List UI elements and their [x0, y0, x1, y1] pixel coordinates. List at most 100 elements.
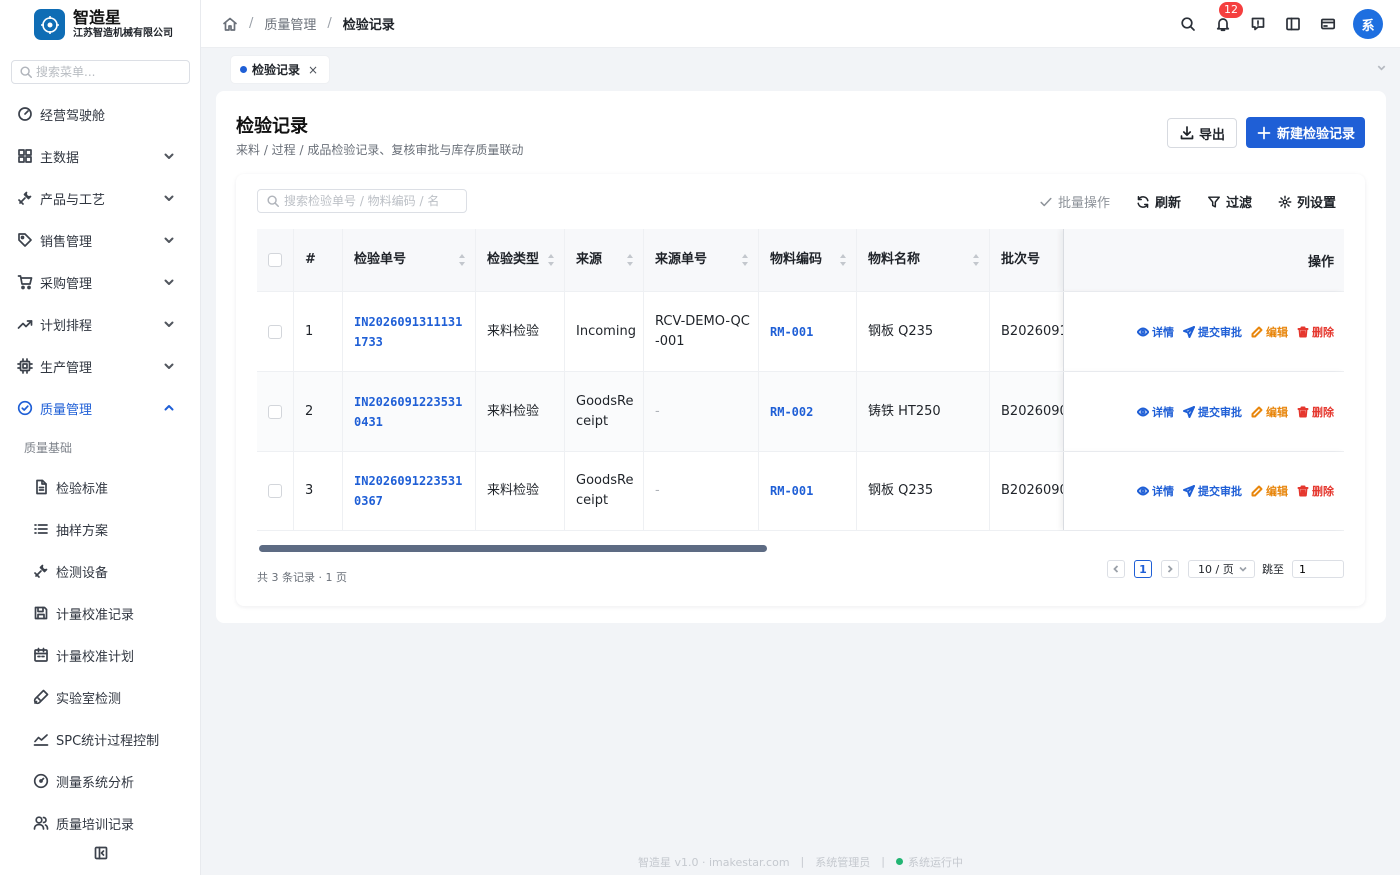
- notifications-button[interactable]: 12: [1205, 2, 1243, 39]
- inspection-no-link[interactable]: IN20260912235310431: [354, 392, 469, 432]
- breadcrumb-quality[interactable]: 质量管理: [264, 14, 316, 33]
- sidebar-item-product-process[interactable]: 产品与工艺: [0, 177, 200, 219]
- material-code-link[interactable]: RM-002: [770, 402, 813, 422]
- detail-button[interactable]: 详情: [1137, 404, 1174, 420]
- col-header-source[interactable]: 来源: [565, 229, 644, 291]
- sidebar-menu: 经营驾驶舱 主数据 产品与工艺 销售管理 采购管理 计划排程 生产管理 质量管理…: [0, 93, 200, 844]
- submit-approval-button[interactable]: 提交审批: [1183, 324, 1242, 340]
- submit-approval-button[interactable]: 提交审批: [1183, 483, 1242, 499]
- sidebar-subitem-msa[interactable]: 测量系统分析: [0, 760, 200, 802]
- sidebar-subitem-calibration-record[interactable]: 计量校准记录: [0, 592, 200, 634]
- sidebar-subitem-inspection-standard[interactable]: 检验标准: [0, 466, 200, 508]
- sort-icon[interactable]: [973, 253, 979, 267]
- cell-source: GoodsReceipt: [565, 452, 644, 530]
- chevron-down-icon: [163, 192, 175, 204]
- jump-page-input[interactable]: [1292, 560, 1344, 578]
- footer-separator: |: [800, 855, 805, 868]
- sidebar-subitem-lab-test[interactable]: 实验室检测: [0, 676, 200, 718]
- page-card: 检验记录 来料 / 过程 / 成品检验记录、复核审批与库存质量联动 导出 新建检…: [216, 91, 1386, 623]
- sidebar-subitem-calibration-plan[interactable]: 计量校准计划: [0, 634, 200, 676]
- column-settings-button[interactable]: 列设置: [1278, 192, 1336, 211]
- sidebar-item-planning[interactable]: 计划排程: [0, 303, 200, 345]
- sidebar-subitem-label: 测量系统分析: [56, 775, 135, 791]
- export-button[interactable]: 导出: [1167, 118, 1237, 148]
- prev-page-button[interactable]: [1107, 560, 1125, 578]
- col-header-inspection-no[interactable]: 检验单号: [343, 229, 476, 291]
- chevron-down-icon[interactable]: [1376, 62, 1387, 73]
- app-logo[interactable]: 智造星 江苏智造机械有限公司: [34, 9, 173, 40]
- page-number-button[interactable]: 1: [1134, 560, 1152, 578]
- page-size-select[interactable]: 10 / 页: [1188, 560, 1255, 578]
- sort-icon[interactable]: [840, 253, 846, 267]
- chevron-left-icon: [1113, 565, 1119, 573]
- inspection-no-link[interactable]: IN20260913111311733: [354, 312, 469, 352]
- calendar-icon: [33, 647, 49, 663]
- columns-label: 列设置: [1296, 196, 1336, 211]
- inspection-no-link[interactable]: IN20260912235310367: [354, 471, 469, 511]
- check-circle-icon: [17, 400, 33, 416]
- select-all-checkbox[interactable]: [268, 253, 282, 267]
- material-code-link[interactable]: RM-001: [770, 322, 813, 342]
- home-icon[interactable]: [222, 16, 238, 32]
- avatar[interactable]: 系: [1353, 9, 1383, 39]
- row-actions: 详情 提交审批 编辑 删除: [1063, 372, 1344, 451]
- edit-button[interactable]: 编辑: [1251, 483, 1288, 499]
- col-header-material-code[interactable]: 物料编码: [759, 229, 857, 291]
- chevron-down-icon: [163, 150, 175, 162]
- material-code-link[interactable]: RM-001: [770, 481, 813, 501]
- layout-button[interactable]: [1275, 9, 1310, 39]
- sidebar-item-purchase[interactable]: 采购管理: [0, 261, 200, 303]
- row-checkbox[interactable]: [268, 484, 282, 498]
- detail-button[interactable]: 详情: [1137, 324, 1174, 340]
- card-icon: [1320, 16, 1336, 32]
- sort-icon[interactable]: [742, 253, 748, 267]
- detail-button[interactable]: 详情: [1137, 483, 1174, 499]
- col-header-material-name[interactable]: 物料名称: [857, 229, 990, 291]
- sidebar-item-sales[interactable]: 销售管理: [0, 219, 200, 261]
- wallet-button[interactable]: [1310, 9, 1345, 39]
- batch-operations-button[interactable]: 批量操作: [1039, 192, 1110, 211]
- next-page-button[interactable]: [1161, 560, 1179, 578]
- tools-icon: [17, 190, 33, 206]
- sidebar-item-quality[interactable]: 质量管理: [0, 387, 200, 429]
- col-header-inspection-type[interactable]: 检验类型: [476, 229, 565, 291]
- row-checkbox[interactable]: [268, 404, 282, 419]
- horizontal-scrollbar[interactable]: [259, 545, 767, 552]
- edit-button[interactable]: 编辑: [1251, 404, 1288, 420]
- table-search-input[interactable]: [284, 194, 464, 208]
- menu-search-input[interactable]: [36, 65, 176, 79]
- eye-icon: [1137, 485, 1149, 497]
- sidebar-subitem-test-equipment[interactable]: 检测设备: [0, 550, 200, 592]
- menu-search[interactable]: [11, 60, 190, 84]
- chevron-up-icon: [163, 402, 175, 414]
- refresh-button[interactable]: 刷新: [1136, 192, 1181, 211]
- close-icon[interactable]: ×: [308, 63, 318, 77]
- sidebar-item-dashboard[interactable]: 经营驾驶舱: [0, 93, 200, 135]
- sort-icon[interactable]: [548, 253, 554, 267]
- row-checkbox[interactable]: [268, 324, 282, 339]
- sidebar-item-production[interactable]: 生产管理: [0, 345, 200, 387]
- messages-button[interactable]: [1240, 9, 1275, 39]
- delete-button[interactable]: 删除: [1297, 324, 1334, 340]
- submit-approval-button[interactable]: 提交审批: [1183, 404, 1242, 420]
- table-search[interactable]: [257, 189, 467, 213]
- cell-material-name: 铸铁 HT250: [857, 372, 990, 451]
- edit-button[interactable]: 编辑: [1251, 324, 1288, 340]
- sidebar-subitem-spc[interactable]: SPC统计过程控制: [0, 718, 200, 760]
- sidebar-item-master-data[interactable]: 主数据: [0, 135, 200, 177]
- search-button[interactable]: [1170, 9, 1205, 39]
- pencil-icon: [1251, 326, 1263, 338]
- cell-material-code: RM-002: [759, 372, 857, 451]
- sort-icon[interactable]: [459, 253, 465, 267]
- breadcrumb-separator: /: [327, 16, 332, 31]
- filter-button[interactable]: 过滤: [1207, 192, 1252, 211]
- tab-inspection-records[interactable]: 检验记录 ×: [231, 56, 330, 83]
- new-inspection-button[interactable]: 新建检验记录: [1246, 117, 1365, 148]
- collapse-sidebar-icon[interactable]: [93, 845, 109, 861]
- delete-button[interactable]: 删除: [1297, 404, 1334, 420]
- sidebar-subitem-training[interactable]: 质量培训记录: [0, 802, 200, 844]
- sidebar-subitem-sampling-plan[interactable]: 抽样方案: [0, 508, 200, 550]
- sort-icon[interactable]: [627, 253, 633, 267]
- col-header-source-no[interactable]: 来源单号: [644, 229, 759, 291]
- delete-button[interactable]: 删除: [1297, 483, 1334, 499]
